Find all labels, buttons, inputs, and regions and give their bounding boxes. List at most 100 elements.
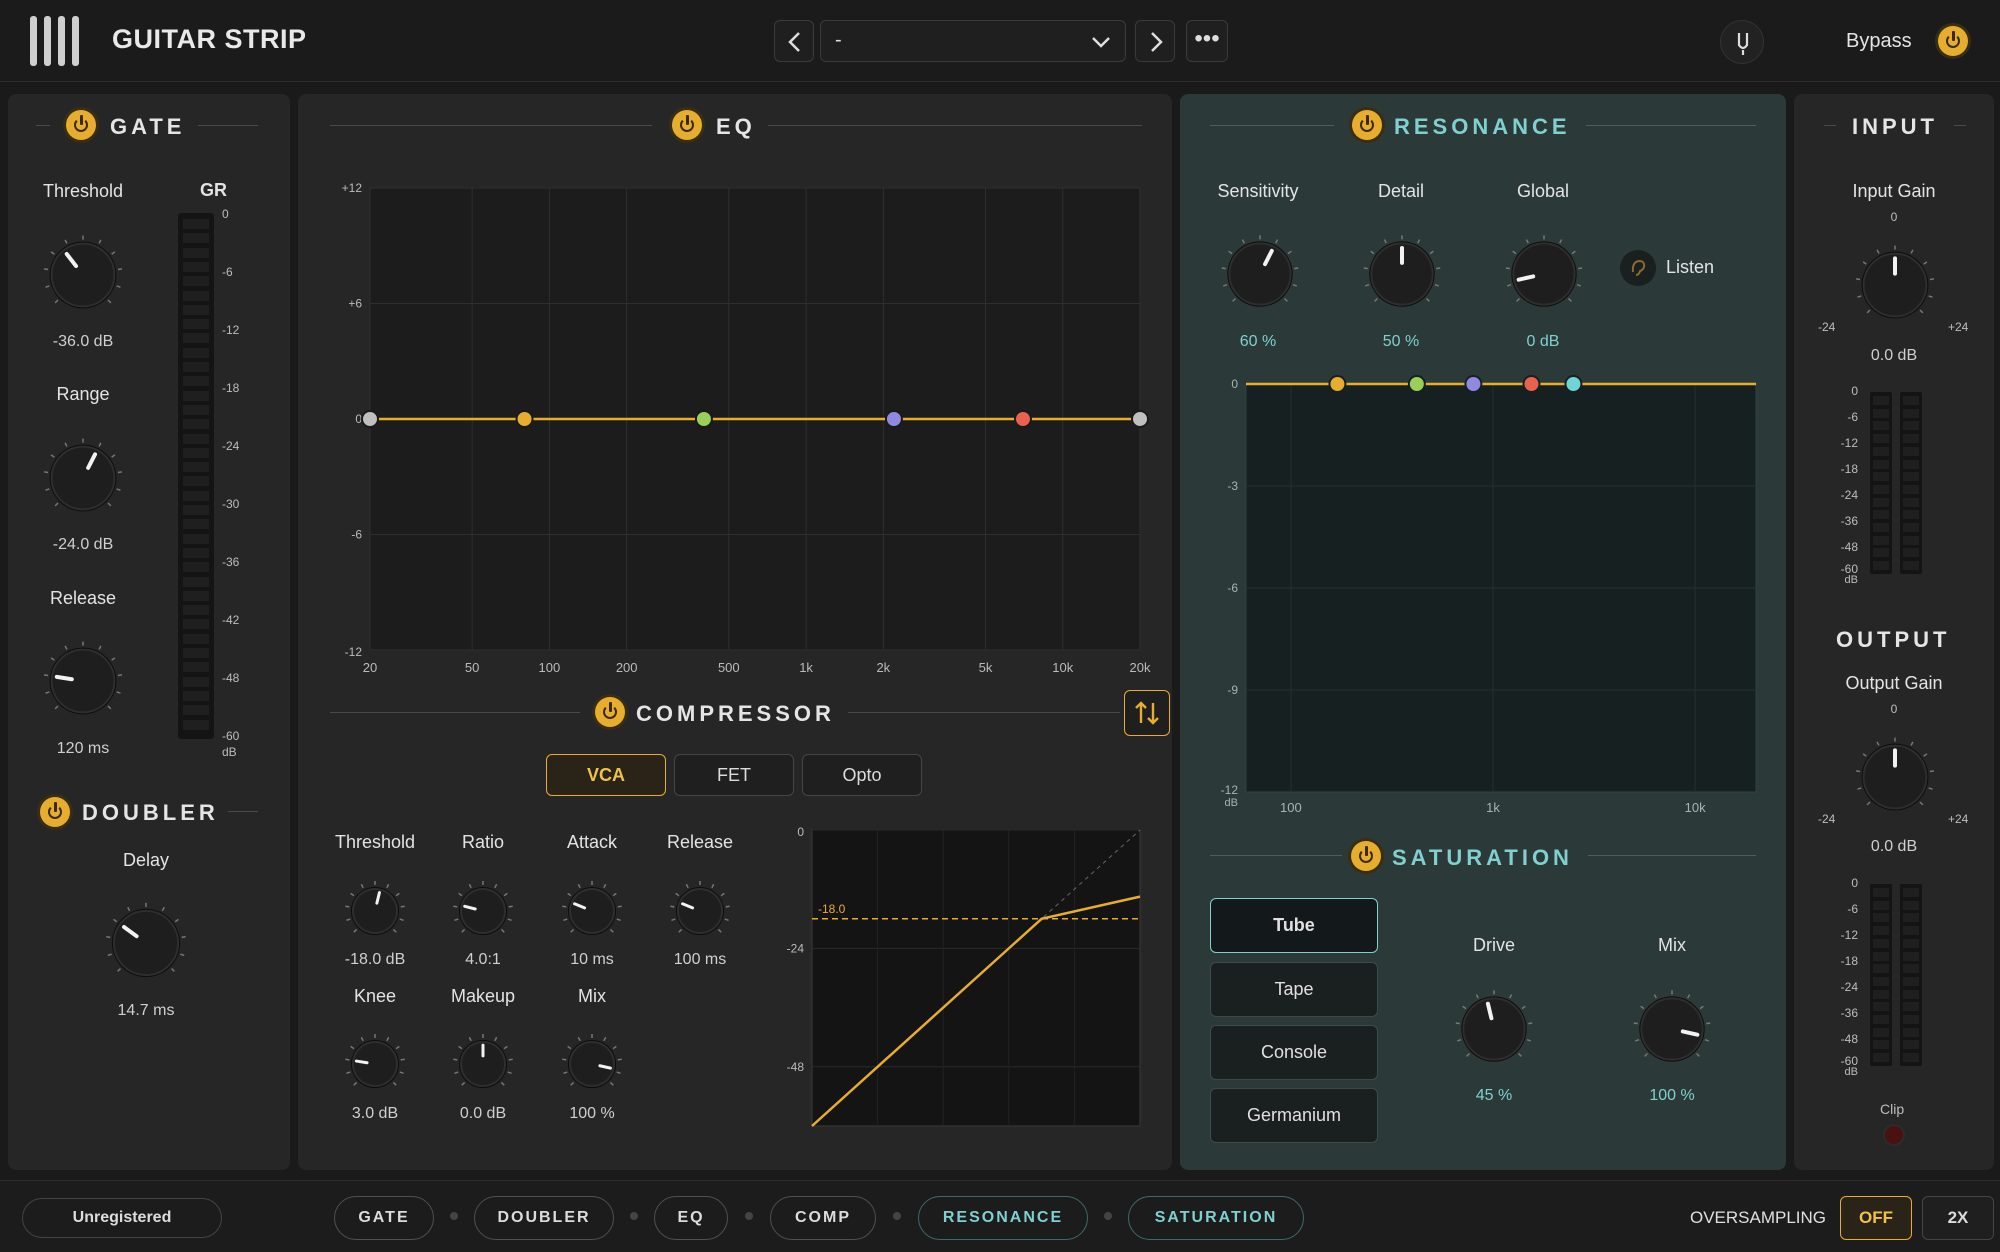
chevron-down-icon [1092, 37, 1110, 48]
resonance-band-node[interactable] [1464, 375, 1483, 393]
knob-dial [453, 1033, 513, 1089]
gr-meter-segment [183, 605, 209, 616]
saturation-type-germanium-button[interactable]: Germanium [1210, 1088, 1378, 1143]
chain-doubler-button[interactable]: DOUBLER [474, 1196, 614, 1240]
gr-meter-segment [183, 648, 209, 658]
doubler-delay-knob[interactable] [100, 897, 192, 994]
eq-x-tick: 500 [718, 660, 740, 675]
next-preset-button[interactable] [1135, 20, 1175, 62]
eq-band-node[interactable] [884, 410, 903, 428]
chain-comp-button[interactable]: COMP [770, 1196, 876, 1240]
registration-status[interactable]: Unregistered [22, 1198, 222, 1238]
meter-scale-tick: -36 [1840, 514, 1858, 528]
resonance-detail-knob[interactable] [1358, 230, 1446, 323]
resonance-x-tick: 10k [1685, 800, 1706, 815]
preset-dropdown[interactable]: - [820, 20, 1126, 62]
gr-meter-segment [183, 519, 209, 530]
meter-scale-tick: -18 [1840, 462, 1858, 476]
doubler-delay-value: 14.7 ms [117, 1002, 175, 1019]
gain-reduction-label: GR [200, 180, 227, 200]
more-options-button[interactable]: ••• [1186, 20, 1228, 62]
eq-x-tick: 1k [799, 660, 813, 675]
comp-mode-fet-button[interactable]: FET [674, 754, 794, 796]
eq-band-node[interactable] [361, 410, 379, 428]
comp-mode-opto-button[interactable]: Opto [802, 754, 922, 796]
sidechain-swap-button[interactable] [1124, 690, 1170, 736]
chain-gate-button[interactable]: GATE [334, 1196, 434, 1240]
compressor-power-button[interactable] [595, 697, 625, 727]
resonance-sensitivity-knob[interactable] [1216, 230, 1304, 323]
gate-threshold-knob[interactable] [38, 230, 128, 325]
output-gain-value: 0.0 dB [1870, 838, 1918, 855]
saturation-drive-knob[interactable] [1450, 985, 1538, 1078]
eq-graph[interactable]: 20 50 100 200 500 1k 2k 5k 10k 20k+12+60-6-12 [326, 180, 1156, 680]
resonance-band-node[interactable] [1328, 375, 1347, 393]
gr-meter-segment [183, 419, 209, 430]
chain-eq-button[interactable]: EQ [654, 1196, 728, 1240]
gr-scale-tick: -30 [222, 497, 240, 511]
chain-resonance-button[interactable]: RESONANCE [918, 1196, 1088, 1240]
gr-meter-segment [183, 290, 209, 301]
comp-mode-vca-button[interactable]: VCA [546, 754, 666, 796]
output-gain-knob[interactable] [1850, 732, 1940, 827]
resonance-power-button[interactable] [1352, 110, 1382, 140]
eq-title: EQ [716, 114, 756, 139]
comp-ratio-knob[interactable] [451, 879, 515, 948]
meter-scale-tick: 0 [1851, 876, 1858, 890]
saturation-type-console-button[interactable]: Console [1210, 1025, 1378, 1080]
meter-channel [1900, 884, 1922, 1066]
chain-saturation-button[interactable]: SATURATION [1128, 1196, 1304, 1240]
resonance-graph[interactable]: 0 -3 -6 -9 -12dB 100 1k 10k [1200, 372, 1770, 820]
oversampling-off-button[interactable]: OFF [1840, 1196, 1912, 1240]
knob-dial [453, 880, 513, 936]
saturation-mix-knob[interactable] [1628, 985, 1716, 1078]
clip-indicator[interactable] [1883, 1124, 1905, 1146]
bypass-label: Bypass [1846, 30, 1912, 52]
chevron-left-icon [788, 32, 800, 52]
comp-release-knob[interactable] [668, 879, 732, 948]
gr-meter-segment [183, 690, 209, 701]
gr-meter-segment [183, 547, 209, 558]
meter-scale-tick: -48 [1840, 1032, 1858, 1046]
resonance-band-node[interactable] [1564, 375, 1583, 393]
eq-band-node[interactable] [1013, 410, 1032, 428]
eq-power-button[interactable] [672, 110, 702, 140]
saturation-type-tube-button[interactable]: Tube [1210, 898, 1378, 953]
gate-threshold-label: Threshold [42, 181, 124, 201]
doubler-power-button[interactable] [40, 797, 70, 827]
resonance-band-node[interactable] [1522, 375, 1541, 393]
saturation-type-tape-button[interactable]: Tape [1210, 962, 1378, 1017]
previous-preset-button[interactable] [774, 20, 814, 62]
doubler-delay-label: Delay [122, 850, 170, 870]
tuner-button[interactable] [1720, 20, 1764, 64]
input-gain-label: Input Gain [1852, 181, 1936, 201]
saturation-power-button[interactable] [1351, 841, 1381, 871]
eq-band-node[interactable] [515, 410, 534, 428]
gate-release-knob[interactable] [38, 636, 128, 731]
comp-knee-knob[interactable] [343, 1032, 407, 1101]
resonance-x-tick: 1k [1486, 800, 1500, 815]
resonance-band-node[interactable] [1407, 375, 1426, 393]
eq-x-tick: 50 [465, 660, 479, 675]
knob-dial [1855, 737, 1935, 811]
oversampling-2x-button[interactable]: 2X [1922, 1196, 1994, 1240]
comp-attack-knob[interactable] [560, 879, 624, 948]
eq-band-node[interactable] [694, 410, 713, 428]
meter-scale-tick: -24 [1840, 488, 1858, 502]
oversampling-label: OVERSAMPLING [1690, 1208, 1827, 1227]
comp-makeup-knob[interactable] [451, 1032, 515, 1101]
ear-icon [1631, 259, 1646, 276]
comp-threshold-knob[interactable] [343, 879, 407, 948]
resonance-global-knob[interactable] [1500, 230, 1588, 323]
gate-range-knob[interactable] [38, 433, 128, 528]
bypass-power-button[interactable] [1938, 26, 1968, 56]
input-gain-knob[interactable] [1850, 240, 1940, 335]
saturation-title: SATURATION [1392, 845, 1573, 870]
gate-power-button[interactable] [66, 110, 96, 140]
eq-band-node[interactable] [1131, 410, 1149, 428]
gr-scale-tick: -18 [222, 381, 240, 395]
output-gain-scale-top: 0 [1890, 702, 1898, 716]
listen-button[interactable] [1620, 250, 1656, 286]
comp-mix-knob[interactable] [560, 1032, 624, 1101]
meter-channel [1870, 884, 1892, 1066]
